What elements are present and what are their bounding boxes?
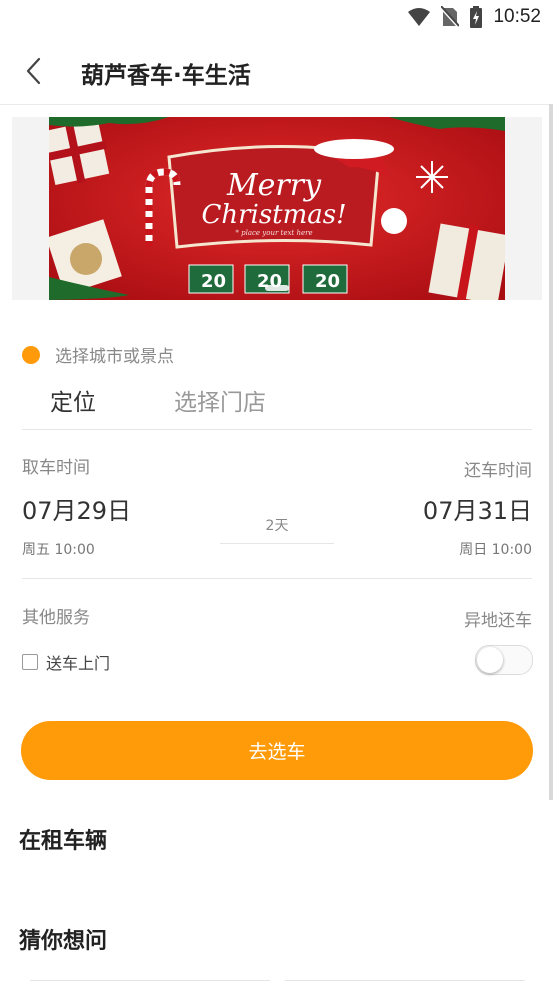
carousel-indicator [265, 285, 289, 291]
different-return-toggle[interactable] [475, 645, 533, 675]
no-sim-icon [441, 6, 460, 28]
location-label: 选择城市或景点 [55, 347, 174, 367]
toggle-knob [477, 647, 503, 673]
banner-tag-1: 20 [188, 264, 234, 294]
page-title: 葫芦香车·车生活 [81, 63, 251, 89]
tab-select-store[interactable]: 选择门店 [174, 383, 266, 417]
divider [22, 578, 532, 579]
status-bar: 10:52 [0, 0, 553, 38]
delivery-checkbox-row[interactable]: 送车上门 [22, 650, 110, 674]
pickup-time-label: 取车时间 [22, 458, 90, 478]
scrollbar[interactable] [549, 104, 553, 800]
other-services-label: 其他服务 [22, 608, 90, 628]
back-arrow-icon[interactable] [22, 56, 48, 86]
app-bar: 葫芦香车·车生活 [0, 38, 553, 105]
banner-headline-2: Christmas! [201, 200, 346, 230]
return-time-label: 还车时间 [464, 461, 532, 481]
pickup-weekday-time[interactable]: 周五 10:00 [22, 539, 95, 559]
banner-tag-3: 20 [302, 264, 348, 294]
delivery-label: 送车上门 [46, 654, 111, 673]
location-picker[interactable]: 选择城市或景点 [22, 342, 174, 367]
pickup-date[interactable]: 07月29日 [22, 491, 131, 526]
wifi-icon [408, 8, 431, 26]
clock: 10:52 [493, 6, 541, 27]
banner-carousel[interactable]: Merry Christmas! * place your text here … [12, 117, 542, 300]
battery-charging-icon [470, 6, 483, 28]
rental-duration: 2天 [220, 515, 334, 544]
faq-heading: 猜你想问 [19, 929, 108, 954]
faq-card[interactable] [30, 980, 270, 984]
banner-headline-1: Merry [226, 168, 322, 203]
renting-vehicles-heading: 在租车辆 [19, 829, 108, 854]
banner-tagline: * place your text here [235, 229, 312, 237]
divider [22, 429, 532, 430]
location-dot-icon [22, 345, 40, 364]
svg-text:20: 20 [201, 271, 226, 292]
different-return-label: 异地还车 [464, 611, 532, 631]
tab-locate[interactable]: 定位 [50, 383, 96, 417]
svg-text:20: 20 [315, 271, 340, 292]
christmas-banner-image[interactable]: Merry Christmas! * place your text here … [49, 117, 505, 300]
faq-card[interactable] [285, 980, 525, 984]
return-weekday-time[interactable]: 周日 10:00 [459, 539, 532, 559]
return-date[interactable]: 07月31日 [423, 491, 532, 526]
delivery-checkbox[interactable] [22, 654, 38, 670]
choose-car-button[interactable]: 去选车 [21, 721, 533, 780]
